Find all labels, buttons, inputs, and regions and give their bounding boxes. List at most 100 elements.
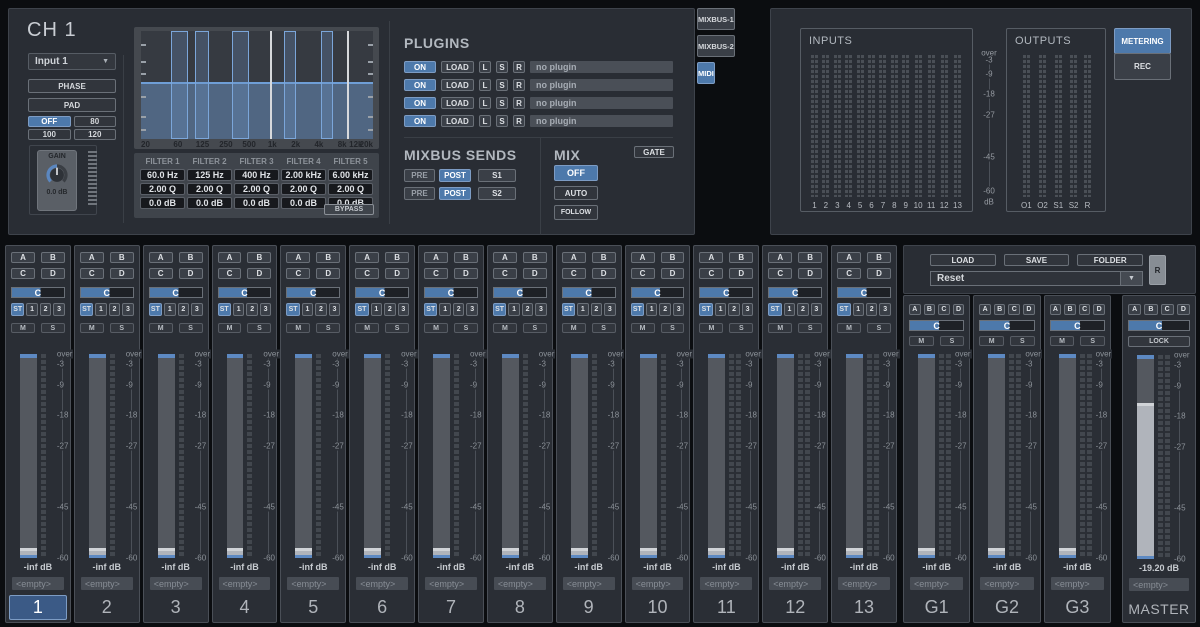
solo-button[interactable]: S (1010, 336, 1035, 346)
snapshot-d-button[interactable]: D (179, 268, 203, 279)
eq-graph[interactable] (141, 31, 373, 139)
eq-bypass-button[interactable]: BYPASS (324, 204, 374, 215)
route-st-button[interactable]: ST (699, 303, 712, 316)
snapshot-c-button[interactable]: C (149, 268, 173, 279)
save-button[interactable]: SAVE (1004, 254, 1070, 266)
bus-assign-bar[interactable]: C (768, 287, 822, 298)
snapshot-b-button[interactable]: B (41, 252, 65, 263)
eq-band-3[interactable] (232, 31, 249, 139)
snapshot-c-button[interactable]: C (355, 268, 379, 279)
route-1-button[interactable]: 1 (439, 303, 450, 316)
route-1-button[interactable]: 1 (26, 303, 37, 316)
bus-assign-bar[interactable]: C (218, 287, 272, 298)
snapshot-a-button[interactable]: A (355, 252, 379, 263)
plugin-name-field[interactable]: no plugin (530, 97, 673, 109)
snapshot-d-button[interactable]: D (41, 268, 65, 279)
bus-assign-bar[interactable]: C (11, 287, 65, 298)
pad-button[interactable]: PAD (28, 98, 116, 112)
route-2-button[interactable]: 2 (384, 303, 395, 316)
snapshot-b-button[interactable]: B (592, 252, 616, 263)
mute-button[interactable]: M (562, 323, 586, 333)
eq-band-5[interactable] (321, 31, 333, 139)
route-2-button[interactable]: 2 (728, 303, 739, 316)
route-st-button[interactable]: ST (837, 303, 850, 316)
snapshot-b-button[interactable]: B (179, 252, 203, 263)
snapshot-d-button[interactable]: D (454, 268, 478, 279)
snapshot-d-button[interactable]: D (729, 268, 753, 279)
bus-assign-bar[interactable]: C (149, 287, 203, 298)
fader[interactable] (158, 354, 175, 558)
snapshot-a-button[interactable]: A (149, 252, 173, 263)
eq-band-4[interactable] (284, 31, 296, 139)
snapshot-a-button[interactable]: A (11, 252, 35, 263)
plugin-r-button[interactable]: R (513, 115, 525, 127)
route-1-button[interactable]: 1 (715, 303, 726, 316)
fader[interactable] (1137, 355, 1154, 559)
snapshot-b-button[interactable]: B (454, 252, 478, 263)
snapshot-b-button[interactable]: B (385, 252, 409, 263)
fader[interactable] (89, 354, 106, 558)
solo-button[interactable]: S (385, 323, 409, 333)
mute-button[interactable]: M (979, 336, 1004, 346)
route-3-button[interactable]: 3 (604, 303, 615, 316)
snapshot-a-button[interactable]: A (493, 252, 517, 263)
snapshot-a-button[interactable]: A (768, 252, 792, 263)
scribble-strip[interactable]: <empty> (81, 577, 133, 590)
plugin-name-field[interactable]: no plugin (530, 115, 673, 127)
solo-button[interactable]: S (592, 323, 616, 333)
snapshot-d-button[interactable]: D (798, 268, 822, 279)
plugin-l-button[interactable]: L (479, 97, 491, 109)
snapshot-c-button[interactable]: C (699, 268, 723, 279)
scribble-strip[interactable]: <empty> (12, 577, 64, 590)
snapshot-d-button[interactable]: D (110, 268, 134, 279)
snapshot-d-button[interactable]: D (592, 268, 616, 279)
route-st-button[interactable]: ST (562, 303, 575, 316)
snapshot-a-button[interactable]: A (218, 252, 242, 263)
plugin-s-button[interactable]: S (496, 97, 508, 109)
eq-band-1[interactable] (171, 31, 188, 139)
snapshot-a-button[interactable]: A (1128, 304, 1141, 315)
send-pre-button[interactable]: PRE (404, 169, 435, 182)
plugin-load-button[interactable]: LOAD (441, 79, 474, 91)
filter-gain-value[interactable]: 0.0 dB (140, 197, 185, 209)
strip-select[interactable]: G2 (977, 595, 1036, 620)
bus-assign-bar[interactable]: C (562, 287, 616, 298)
send-pre-button[interactable]: PRE (404, 187, 435, 200)
route-3-button[interactable]: 3 (260, 303, 271, 316)
snapshot-c-button[interactable]: C (286, 268, 310, 279)
solo-button[interactable]: S (247, 323, 271, 333)
snapshot-a-button[interactable]: A (562, 252, 586, 263)
strip-select[interactable]: 2 (78, 595, 136, 620)
strip-select[interactable]: 10 (629, 595, 687, 620)
filter-gain-value[interactable]: 0.0 dB (234, 197, 279, 209)
snapshot-b-button[interactable]: B (729, 252, 753, 263)
filter-q-value[interactable]: 2.00 Q (140, 183, 185, 195)
bus-assign-bar[interactable]: C (1128, 320, 1190, 331)
route-2-button[interactable]: 2 (453, 303, 464, 316)
route-1-button[interactable]: 1 (853, 303, 864, 316)
solo-button[interactable]: S (940, 336, 965, 346)
fader[interactable] (918, 354, 935, 558)
plugin-on-button[interactable]: ON (404, 79, 436, 91)
input-source-select[interactable]: Input 1 ▼ (28, 53, 116, 70)
snapshot-d-button[interactable]: D (1093, 304, 1105, 315)
route-3-button[interactable]: 3 (122, 303, 133, 316)
snapshot-a-button[interactable]: A (631, 252, 655, 263)
strip-select[interactable]: 12 (766, 595, 824, 620)
strip-select[interactable]: 13 (835, 595, 893, 620)
route-st-button[interactable]: ST (218, 303, 231, 316)
fader[interactable] (502, 354, 519, 558)
solo-button[interactable]: S (1080, 336, 1105, 346)
mix-auto-button[interactable]: AUTO (554, 186, 598, 200)
snapshot-b-button[interactable]: B (867, 252, 891, 263)
filter-q-value[interactable]: 2.00 Q (281, 183, 326, 195)
bus-assign-bar[interactable]: C (837, 287, 891, 298)
strip-select[interactable]: G3 (1048, 595, 1107, 620)
strip-select[interactable]: 9 (560, 595, 618, 620)
bus-assign-bar[interactable]: C (493, 287, 547, 298)
strip-select[interactable]: 5 (284, 595, 342, 620)
fader[interactable] (295, 354, 312, 558)
route-1-button[interactable]: 1 (371, 303, 382, 316)
filter-freq-value[interactable]: 125 Hz (187, 169, 232, 181)
fader[interactable] (777, 354, 794, 558)
